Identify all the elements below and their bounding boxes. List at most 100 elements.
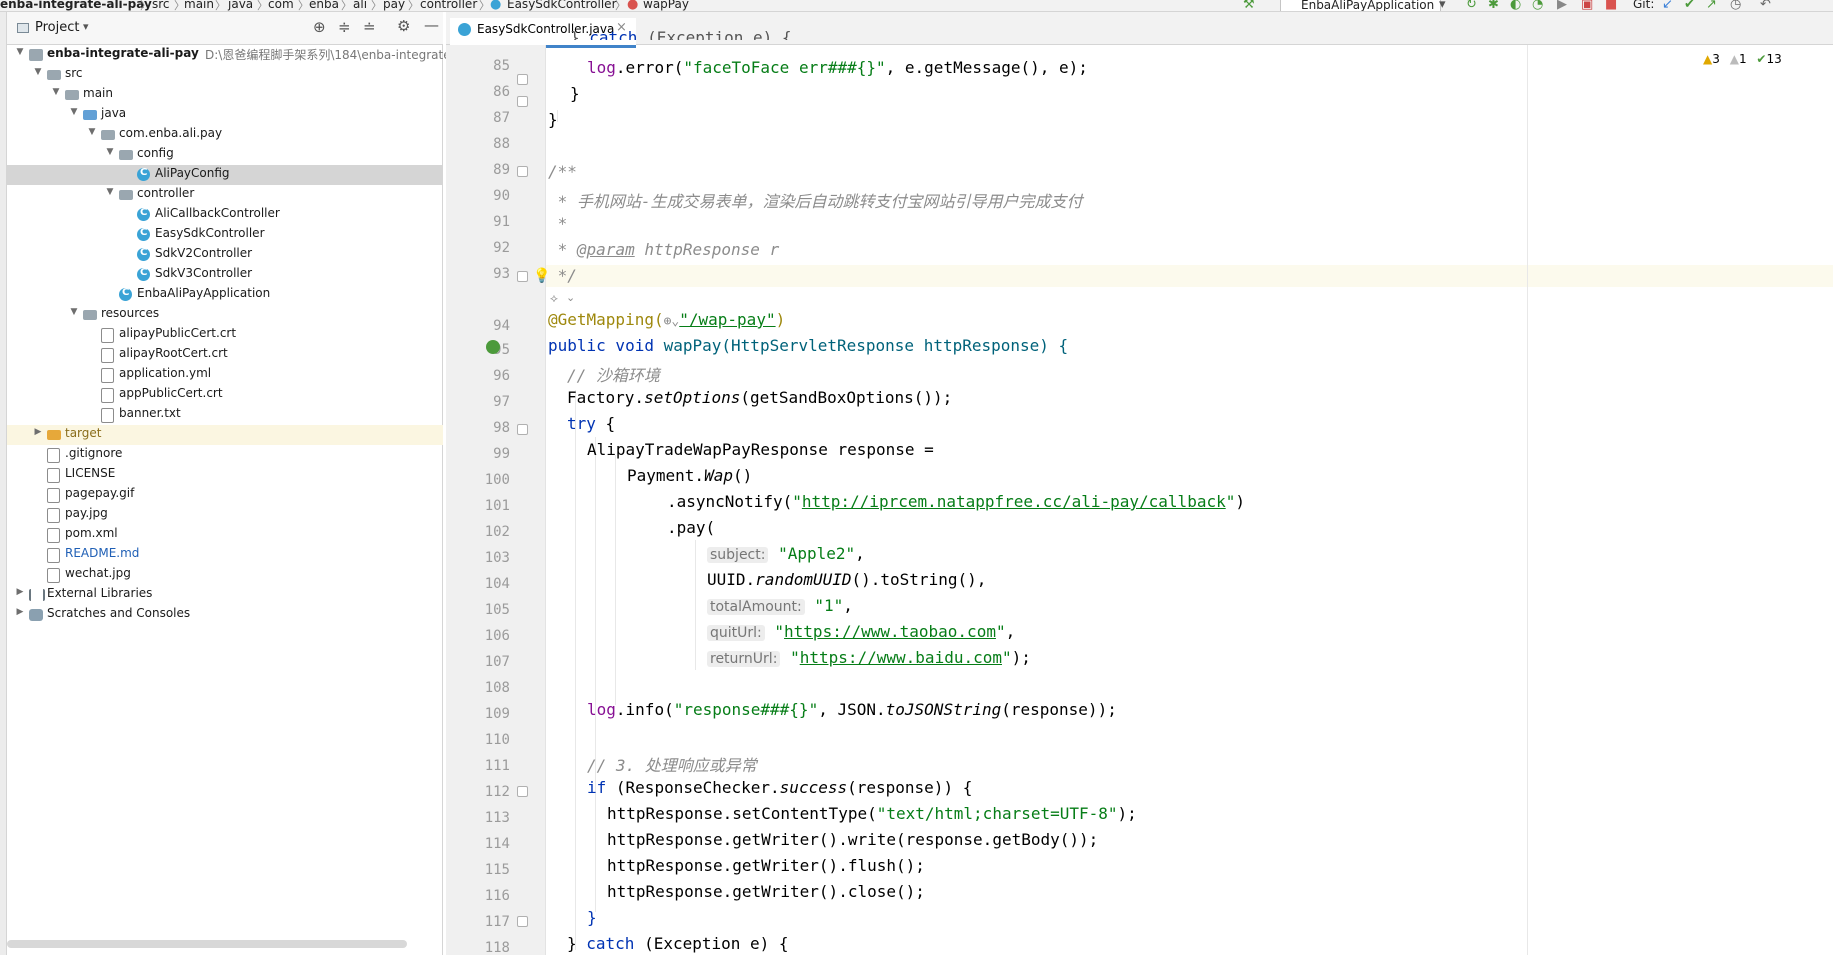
endpoint-web-icon[interactable] [486, 340, 500, 354]
git-push-icon[interactable]: ↗ [1706, 0, 1717, 11]
fold-marker[interactable] [517, 271, 528, 282]
breadcrumb-pay[interactable]: pay [383, 0, 405, 11]
locate-file-icon[interactable]: ⊕ [313, 18, 326, 36]
code-line-89[interactable]: /** [548, 162, 577, 181]
code-line-104[interactable]: UUID.randomUUID().toString(), [707, 570, 986, 589]
breadcrumb-com[interactable]: com [268, 0, 294, 11]
breadcrumb-method[interactable]: wapPay [643, 0, 689, 11]
code-line-105[interactable]: totalAmount: "1", [707, 596, 853, 615]
tree-item[interactable]: ▼ java [7, 105, 443, 125]
breadcrumb-enba[interactable]: enba [309, 0, 339, 11]
tree-item[interactable]: .gitignore [7, 445, 443, 465]
tree-item[interactable]: pom.xml [7, 525, 443, 545]
left-tool-window-strip[interactable] [0, 12, 7, 955]
code-line-103[interactable]: subject: "Apple2", [707, 544, 865, 563]
tree-item[interactable]: ▼ src [7, 65, 443, 85]
tree-item[interactable]: AliPayConfig [7, 165, 443, 185]
code-line-85[interactable]: log.error("faceToFace err###{}", e.getMe… [587, 58, 1088, 77]
code-line-95[interactable]: public void wapPay(HttpServletResponse h… [548, 336, 1068, 355]
code-line-106[interactable]: quitUrl: "https://www.taobao.com", [707, 622, 1015, 641]
git-history-icon[interactable]: ◷ [1730, 0, 1741, 11]
chevron-down-icon[interactable]: ⌄ [566, 291, 575, 304]
code-line-96[interactable]: // 沙箱环境 [567, 362, 660, 386]
breadcrumb-ali[interactable]: ali [353, 0, 367, 11]
horizontal-scrollbar[interactable] [7, 940, 407, 948]
tree-item[interactable]: ▼ controller [7, 185, 443, 205]
tree-item[interactable]: SdkV2Controller [7, 245, 443, 265]
tree-item[interactable]: application.yml [7, 365, 443, 385]
code-line-97[interactable]: Factory.setOptions(getSandBoxOptions()); [567, 388, 952, 407]
code-line-93[interactable]: */ [548, 266, 577, 285]
code-line-107[interactable]: returnUrl: "https://www.baidu.com"); [707, 648, 1031, 667]
chevron-right-icon[interactable]: ▶ [33, 427, 43, 437]
tree-item[interactable]: wechat.jpg [7, 565, 443, 585]
tree-item[interactable]: ▶ External Libraries [7, 585, 443, 605]
breadcrumb-src[interactable]: src [152, 0, 170, 11]
code-line-101[interactable]: .asyncNotify("http://iprcem.natappfree.c… [667, 492, 1245, 511]
run-icon[interactable]: ▶ [1557, 0, 1567, 11]
fold-marker[interactable] [517, 916, 528, 927]
chevron-down-icon[interactable]: ▼ [51, 87, 61, 97]
tree-item[interactable]: ▼ main [7, 85, 443, 105]
tree-item[interactable]: LICENSE [7, 465, 443, 485]
tree-item[interactable]: ▼ enba-integrate-ali-pay D:\恩爸编程脚手架系列\184\… [7, 45, 463, 65]
chevron-down-icon[interactable]: ▼ [33, 67, 43, 77]
code-line-87[interactable]: } [548, 110, 558, 129]
tree-item[interactable]: SdkV3Controller [7, 265, 443, 285]
code-line-91[interactable]: * [548, 214, 568, 233]
fold-marker[interactable] [517, 96, 528, 107]
rollback-icon[interactable]: ↶ [1760, 0, 1771, 11]
breadcrumb-class[interactable]: EasySdkController [507, 0, 617, 11]
project-view-title[interactable]: Project [35, 20, 79, 35]
tree-item[interactable]: pagepay.gif [7, 485, 443, 505]
chevron-down-icon[interactable]: ▼ [69, 307, 79, 317]
chevron-down-icon[interactable]: ▼ [15, 47, 25, 57]
tree-item[interactable]: banner.txt [7, 405, 443, 425]
inspection-widget[interactable]: ▲3 ▲1 ✔13 [1703, 52, 1782, 68]
git-update-icon[interactable]: ↙ [1662, 0, 1673, 11]
chevron-down-icon[interactable]: ▼ [69, 107, 79, 117]
git-commit-icon[interactable]: ✔ [1684, 0, 1695, 11]
globe-icon[interactable]: ⊕⌄ [664, 314, 680, 329]
tree-item[interactable]: README.md [7, 545, 443, 565]
breadcrumb-main[interactable]: main [184, 0, 214, 11]
code-line-112[interactable]: if (ResponseChecker.success(response)) { [587, 778, 972, 797]
debug-icon[interactable]: ✱ [1488, 0, 1499, 11]
gear-icon[interactable]: ⚙ [397, 17, 410, 35]
breadcrumb-project[interactable]: enba-integrate-ali-pay [0, 0, 152, 11]
breadcrumb-java[interactable]: java [228, 0, 253, 11]
chevron-down-icon[interactable]: ▼ [105, 147, 115, 157]
reader-mode-icon[interactable]: ⟡ [550, 291, 558, 306]
run-config-select[interactable]: EnbaAliPayApplication [1280, 0, 1442, 11]
chevron-right-icon[interactable]: ▶ [15, 587, 25, 597]
hide-panel-icon[interactable]: — [424, 16, 439, 34]
tree-item[interactable]: alipayPublicCert.crt [7, 325, 443, 345]
code-line-109[interactable]: log.info("response###{}", JSON.toJSONStr… [587, 700, 1117, 719]
code-line-90[interactable]: * 手机网站-生成交易表单，渲染后自动跳转支付宝网站引导用户完成支付 [548, 188, 1083, 212]
tree-item[interactable]: EasySdkController [7, 225, 443, 245]
code-line-116[interactable]: httpResponse.getWriter().close(); [607, 882, 925, 901]
code-line-99[interactable]: AlipayTradeWapPayResponse response = [587, 440, 934, 459]
tree-item[interactable]: ▶ target [7, 425, 443, 445]
tree-item[interactable]: pay.jpg [7, 505, 443, 525]
code-line-86[interactable]: } [570, 84, 580, 103]
code-line-111[interactable]: // 3. 处理响应或异常 [587, 752, 757, 776]
fold-marker[interactable] [517, 74, 528, 85]
chevron-down-icon[interactable]: ▼ [105, 187, 115, 197]
tree-item[interactable]: AliCallbackController [7, 205, 443, 225]
tree-item[interactable]: ▼ config [7, 145, 443, 165]
stop-icon[interactable]: ■ [1605, 0, 1617, 11]
code-line-100[interactable]: Payment.Wap() [627, 466, 752, 485]
collapse-all-icon[interactable]: ≐ [363, 18, 376, 36]
tree-item[interactable]: ▶ Scratches and Consoles [7, 605, 443, 625]
fold-marker[interactable] [517, 166, 528, 177]
code-line-118[interactable]: } catch (Exception e) { [567, 934, 789, 953]
breadcrumb-controller[interactable]: controller [420, 0, 477, 11]
chevron-right-icon[interactable]: ▶ [15, 607, 25, 617]
tree-item[interactable]: ▼ resources [7, 305, 443, 325]
code-line-92[interactable]: * @param httpResponse r [548, 240, 780, 259]
code-line-115[interactable]: httpResponse.getWriter().flush(); [607, 856, 925, 875]
rerun-icon[interactable]: ↻ [1466, 0, 1477, 11]
fold-marker[interactable] [517, 786, 528, 797]
code-line-113[interactable]: httpResponse.setContentType("text/html;c… [607, 804, 1137, 823]
